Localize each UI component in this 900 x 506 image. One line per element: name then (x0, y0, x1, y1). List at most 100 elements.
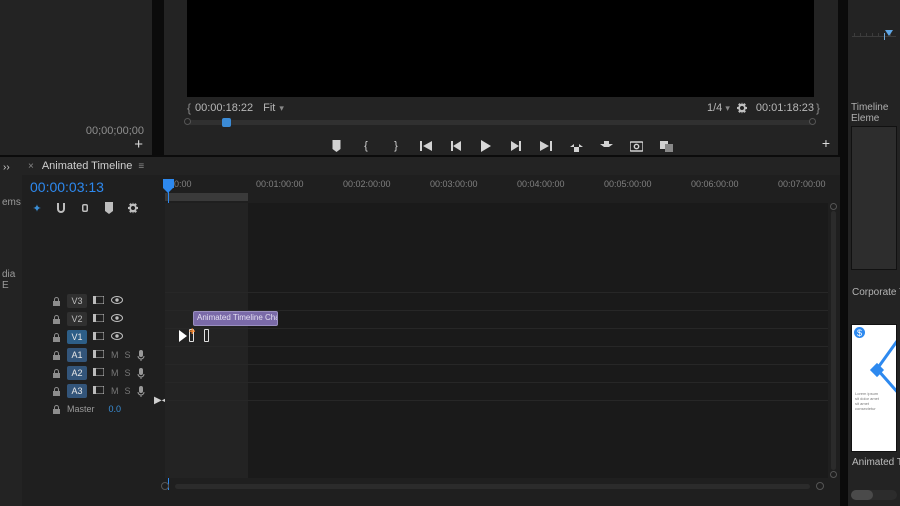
vscroll-handle-bottom[interactable] (830, 471, 837, 478)
mute-toggle[interactable]: M (111, 386, 119, 396)
zoom-handle-left[interactable] (161, 482, 169, 490)
zoom-handle-right[interactable] (809, 118, 816, 125)
lock-icon[interactable] (52, 333, 61, 342)
track-header-a1[interactable]: A1 M S (22, 346, 165, 364)
step-forward-icon[interactable] (509, 139, 523, 153)
extract-icon[interactable] (599, 139, 613, 153)
row-a3[interactable] (165, 382, 828, 400)
go-to-out-icon[interactable] (539, 139, 553, 153)
mute-toggle[interactable]: M (111, 368, 119, 378)
insert-overwrite-cursor: + (179, 329, 209, 342)
work-area-bar[interactable] (165, 193, 248, 201)
program-duration-timecode[interactable]: 00:01:18:23 (756, 102, 814, 114)
toggle-sync-icon[interactable] (93, 314, 105, 324)
lock-icon[interactable] (52, 369, 61, 378)
solo-toggle[interactable]: S (125, 368, 131, 378)
left-label-items[interactable]: ems (2, 197, 21, 208)
resolution-dropdown[interactable]: 1/4 ▾ (707, 102, 730, 114)
snap-icon[interactable]: ✦ (30, 201, 44, 215)
program-zoom-bar[interactable] (188, 118, 812, 128)
out-point-icon[interactable]: } (389, 139, 403, 153)
timeline-zoom-scrollbar[interactable] (165, 482, 820, 492)
timeline-ruler[interactable]: 00:0000:01:00:0000:02:00:0000:03:00:0000… (165, 179, 828, 203)
zoom-fit-dropdown[interactable]: Fit ▾ (263, 102, 284, 114)
sequence-menu-icon[interactable]: ≡ (138, 161, 144, 172)
timeline-panel: × Animated Timeline ≡ 00:00:03:13 ✦ V3 V… (22, 157, 840, 506)
zoom-handle-right[interactable] (816, 482, 824, 490)
settings-wrench-icon[interactable] (736, 102, 748, 114)
left-label-media[interactable]: dia E (2, 269, 22, 291)
toggle-sync-icon[interactable] (93, 332, 105, 342)
lock-icon[interactable] (52, 387, 61, 396)
row-v3[interactable] (165, 292, 828, 310)
mini-playhead-icon[interactable] (885, 30, 893, 38)
toggle-output-icon[interactable] (111, 314, 123, 324)
toggle-sync-icon[interactable] (93, 386, 105, 396)
play-icon[interactable] (479, 139, 493, 153)
program-infobar: { 00:00:18:22 Fit ▾ 1/4 ▾ 00:01:18:23 } (164, 100, 838, 116)
button-editor-add[interactable]: + (822, 135, 830, 151)
export-frame-icon[interactable] (629, 139, 643, 153)
zoom-handle-left[interactable] (184, 118, 191, 125)
in-point-icon[interactable]: { (359, 139, 373, 153)
preset-thumb-b[interactable]: $ Lorem ipsumsit dolor ametsit ametconse… (851, 324, 897, 452)
settings-wrench-icon[interactable] (126, 201, 140, 215)
vscroll-handle-top[interactable] (830, 203, 837, 210)
ruler-label: 00:01:00:00 (256, 179, 304, 189)
lock-icon[interactable] (52, 315, 61, 324)
scroll-thumb[interactable] (851, 490, 873, 500)
program-canvas[interactable] (187, 0, 814, 97)
voice-over-icon[interactable] (137, 386, 149, 396)
mute-toggle[interactable]: M (111, 350, 119, 360)
collapse-panel-icon[interactable]: ›› (0, 157, 22, 178)
track-header-v2[interactable]: V2 (22, 310, 165, 328)
marker-tool-icon[interactable] (102, 201, 116, 215)
toggle-output-icon[interactable] (111, 332, 123, 342)
track-header-master[interactable]: Master 0.0 (22, 400, 165, 418)
go-to-in-icon[interactable] (419, 139, 433, 153)
close-sequence-icon[interactable]: × (28, 161, 34, 172)
right-scrollbar[interactable] (851, 490, 897, 500)
program-in-timecode[interactable]: 00:00:18:22 (195, 102, 253, 114)
toggle-output-icon[interactable] (111, 296, 123, 306)
track-header-a2[interactable]: A2 M S (22, 364, 165, 382)
row-v1[interactable] (165, 328, 828, 346)
row-a1[interactable] (165, 346, 828, 364)
lift-icon[interactable] (569, 139, 583, 153)
timeline-header: × Animated Timeline ≡ (22, 157, 840, 175)
row-a2[interactable] (165, 364, 828, 382)
magnet-icon[interactable] (54, 201, 68, 215)
master-gain-value[interactable]: 0.0 (109, 404, 122, 414)
solo-toggle[interactable]: S (125, 386, 131, 396)
timeline-tool-row: ✦ (30, 201, 140, 215)
toggle-sync-icon[interactable] (93, 350, 105, 360)
step-back-icon[interactable] (449, 139, 463, 153)
track-header-a3[interactable]: A3 M S (22, 382, 165, 400)
lock-icon[interactable] (52, 405, 61, 414)
timeline-tracks-area[interactable]: Animated Timeline Chart 2 + (165, 203, 828, 478)
cursor-bracket-right-icon (204, 329, 209, 342)
playhead-timecode[interactable]: 00:00:03:13 (30, 179, 104, 195)
track-header-v3[interactable]: V3 (22, 292, 165, 310)
voice-over-icon[interactable] (137, 368, 149, 378)
timeline-vertical-scrollbar[interactable] (830, 203, 838, 478)
clip-animated-timeline-chart[interactable]: Animated Timeline Chart 2 (193, 311, 278, 326)
toggle-sync-icon[interactable] (93, 368, 105, 378)
bracket-out-icon: } (816, 101, 820, 115)
playhead-cap-icon[interactable] (163, 179, 174, 188)
ruler-label: 00:07:00:00 (778, 179, 826, 189)
lock-icon[interactable] (52, 351, 61, 360)
add-source-button[interactable]: + (134, 136, 143, 153)
sequence-title[interactable]: Animated Timeline (42, 160, 133, 172)
solo-toggle[interactable]: S (125, 350, 131, 360)
voice-over-icon[interactable] (137, 350, 149, 360)
program-playhead-handle[interactable] (222, 118, 231, 127)
comparison-view-icon[interactable] (659, 139, 673, 153)
marker-icon[interactable] (329, 139, 343, 153)
lock-icon[interactable] (52, 297, 61, 306)
preset-thumb-a[interactable] (851, 126, 897, 270)
track-header-v1[interactable]: V1 (22, 328, 165, 346)
linked-selection-icon[interactable] (78, 201, 92, 215)
row-master[interactable] (165, 400, 828, 418)
toggle-sync-icon[interactable] (93, 296, 105, 306)
